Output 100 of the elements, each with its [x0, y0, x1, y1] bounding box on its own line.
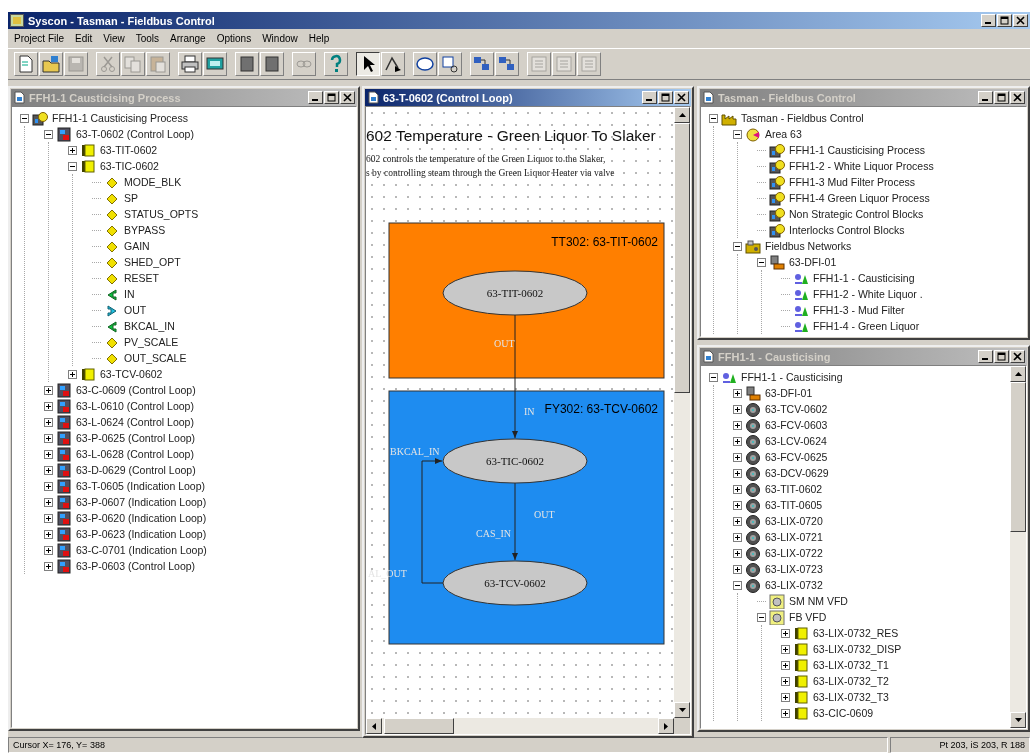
maximize-button[interactable]	[997, 14, 1012, 27]
tree-item[interactable]: FFH1-1 Causticising Process	[788, 144, 926, 156]
tree-item[interactable]: 63-LIX-0732_DISP	[812, 643, 903, 655]
tree-item[interactable]: 63-L-0624 (Control Loop)	[75, 416, 195, 428]
expand-toggle[interactable]	[44, 561, 53, 571]
tree-item[interactable]: 63-LIX-0720	[764, 515, 824, 527]
expand-toggle[interactable]	[781, 628, 790, 638]
minimize-button[interactable]	[642, 91, 657, 104]
tree-item[interactable]: 63-T-0605 (Indication Loop)	[75, 480, 206, 492]
expand-toggle[interactable]	[44, 529, 53, 539]
tree-item[interactable]: FFH1-4 - Green Liquor	[812, 320, 921, 332]
menu-item[interactable]: Tools	[135, 33, 160, 44]
vertical-scrollbar[interactable]	[674, 107, 690, 718]
tree-item[interactable]: FB VFD	[788, 611, 828, 623]
expand-toggle[interactable]	[44, 417, 53, 427]
tree-item[interactable]: 63-DFI-01	[764, 387, 814, 399]
tree-item[interactable]: 63-P-0603 (Control Loop)	[75, 560, 197, 572]
tree-item[interactable]: 63-DCV-0629	[764, 467, 830, 479]
expand-toggle[interactable]	[68, 369, 77, 379]
tree-item[interactable]: 63-TIT-0602	[764, 483, 824, 495]
expand-toggle[interactable]	[44, 401, 53, 411]
tree-item[interactable]: 63-LIX-0722	[764, 547, 824, 559]
scroll-thumb[interactable]	[1010, 382, 1026, 532]
expand-toggle[interactable]	[44, 497, 53, 507]
tree-item[interactable]: 63-C-0701 (Indication Loop)	[75, 544, 208, 556]
close-button[interactable]	[674, 91, 689, 104]
vertical-scrollbar[interactable]	[1010, 366, 1026, 728]
tree-item[interactable]: FFH1-2 - White Liquor Process	[788, 160, 935, 172]
close-button[interactable]	[1013, 14, 1028, 27]
tree-item[interactable]: 63-LIX-0732	[764, 579, 824, 591]
expand-toggle[interactable]	[68, 161, 77, 171]
expand-toggle[interactable]	[733, 516, 742, 526]
tree-item[interactable]: 63-L-0628 (Control Loop)	[75, 448, 195, 460]
tree-item[interactable]: Non Strategic Control Blocks	[788, 208, 925, 220]
tree-item[interactable]: 63-P-0623 (Indication Loop)	[75, 528, 208, 540]
menu-item[interactable]: Help	[308, 33, 330, 44]
tree-item[interactable]: BYPASS	[123, 224, 167, 236]
tree-item[interactable]: 63-LIX-0732_RES	[812, 627, 900, 639]
tree-item[interactable]: 63-LCV-0624	[764, 435, 828, 447]
expand-toggle[interactable]	[68, 145, 77, 155]
expand-toggle[interactable]	[781, 692, 790, 702]
tree-item[interactable]: 63-L-0610 (Control Loop)	[75, 400, 195, 412]
scroll-left-button[interactable]	[366, 718, 382, 734]
maximize-button[interactable]	[658, 91, 673, 104]
tree-item[interactable]: 63-TCV-0602	[99, 368, 164, 380]
expand-toggle[interactable]	[733, 548, 742, 558]
tree-item[interactable]: Tasman - Fieldbus Control	[740, 112, 865, 124]
expand-toggle[interactable]	[733, 420, 742, 430]
expand-toggle[interactable]	[44, 449, 53, 459]
expand-toggle[interactable]	[733, 129, 742, 139]
tree-item[interactable]: 63-TCV-0602	[764, 403, 829, 415]
menu-item[interactable]: View	[103, 33, 125, 44]
expand-toggle[interactable]	[733, 241, 742, 251]
expand-toggle[interactable]	[757, 612, 766, 622]
tree-item[interactable]: MODE_BLK	[123, 176, 183, 188]
scroll-up-button[interactable]	[1010, 366, 1026, 382]
expand-toggle[interactable]	[781, 676, 790, 686]
tree-item[interactable]: RESET	[123, 272, 160, 284]
scroll-thumb[interactable]	[384, 718, 454, 734]
tree-item[interactable]: SP	[123, 192, 139, 204]
tree-item[interactable]: 63-C-0609 (Control Loop)	[75, 384, 197, 396]
tree-item[interactable]: 63-P-0620 (Indication Loop)	[75, 512, 208, 524]
expand-toggle[interactable]	[733, 468, 742, 478]
tree-item[interactable]: 63-FCV-0603	[764, 419, 829, 431]
expand-toggle[interactable]	[20, 113, 29, 123]
expand-toggle[interactable]	[733, 500, 742, 510]
expand-toggle[interactable]	[733, 404, 742, 414]
minimize-button[interactable]	[981, 14, 996, 27]
tree-item[interactable]: 63-DFI-01	[788, 256, 838, 268]
tree-item[interactable]: 63-P-0625 (Control Loop)	[75, 432, 197, 444]
tree-item[interactable]: IN	[123, 288, 136, 300]
menu-item[interactable]: Arrange	[170, 33, 206, 44]
tree-item[interactable]: 63-T-0602 (Control Loop)	[75, 128, 195, 140]
tree-item[interactable]: OUT	[123, 304, 148, 316]
expand-toggle[interactable]	[757, 257, 766, 267]
expand-toggle[interactable]	[733, 452, 742, 462]
expand-toggle[interactable]	[733, 564, 742, 574]
tree-item[interactable]: 63-D-0629 (Control Loop)	[75, 464, 197, 476]
tree-item[interactable]: BKCAL_IN	[123, 320, 176, 332]
menu-item[interactable]: Project File	[14, 33, 64, 44]
menu-item[interactable]: Edit	[75, 33, 93, 44]
toolbar-button[interactable]	[356, 52, 380, 76]
expand-toggle[interactable]	[733, 484, 742, 494]
tree-item[interactable]: SM NM VFD	[788, 595, 849, 607]
expand-toggle[interactable]	[733, 532, 742, 542]
expand-toggle[interactable]	[733, 436, 742, 446]
expand-toggle[interactable]	[44, 481, 53, 491]
tree-item[interactable]: 63-LIX-0723	[764, 563, 824, 575]
scroll-up-button[interactable]	[674, 107, 690, 123]
tree-item[interactable]: Fieldbus Networks	[764, 240, 853, 252]
scroll-right-button[interactable]	[658, 718, 674, 734]
tree-item[interactable]: GAIN	[123, 240, 151, 252]
tree-item[interactable]: 63-TIT-0602	[99, 144, 159, 156]
tree-item[interactable]: 63-CIC-0609	[812, 707, 875, 719]
scroll-thumb[interactable]	[674, 123, 690, 393]
expand-toggle[interactable]	[733, 580, 742, 590]
tree-item[interactable]: 63-LIX-0732_T1	[812, 659, 890, 671]
expand-toggle[interactable]	[44, 465, 53, 475]
tree-item[interactable]: FFH1-3 Mud Filter Process	[788, 176, 917, 188]
expand-toggle[interactable]	[781, 708, 790, 718]
